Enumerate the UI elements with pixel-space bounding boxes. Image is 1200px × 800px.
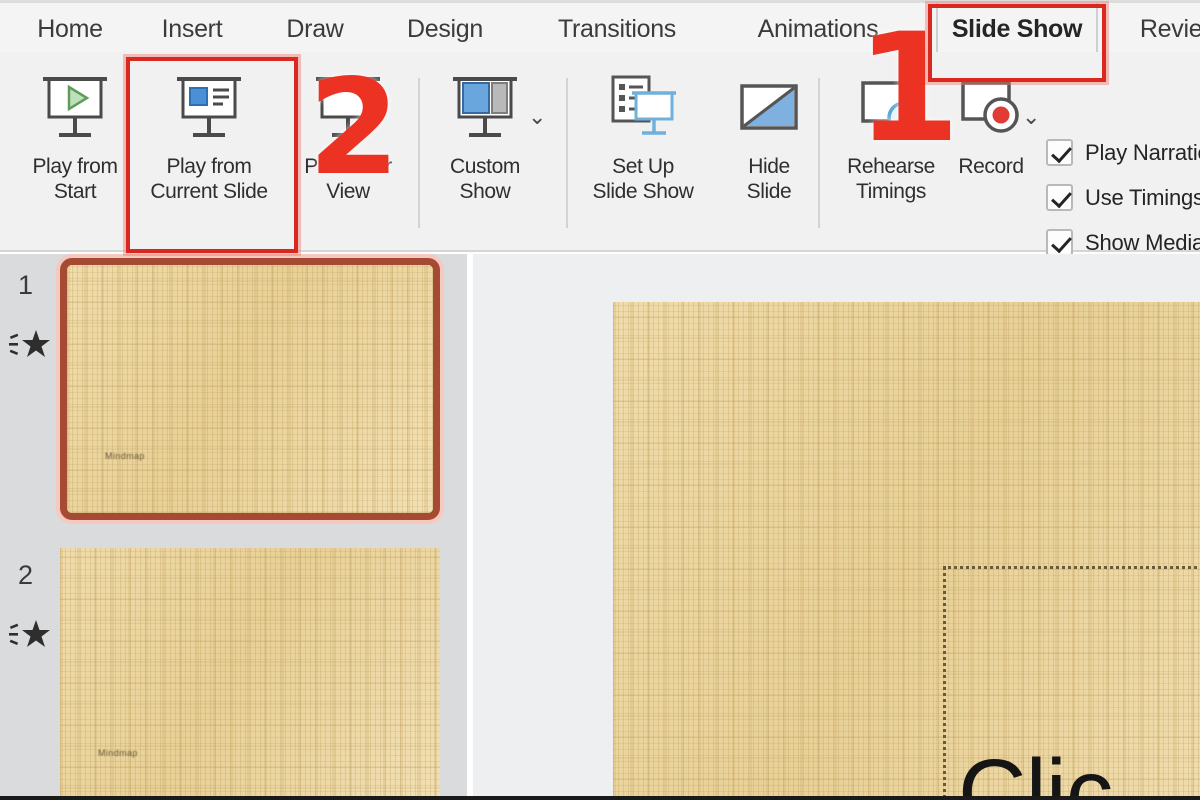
tab-slide-show[interactable]: Slide Show (936, 3, 1098, 61)
slide-thumbnail-panel[interactable]: 1 Mindmap 2 Mindmap (0, 254, 470, 796)
tab-label: Insert (161, 14, 223, 43)
hide-slide-label: Hide Slide (746, 155, 792, 203)
ribbon-tab-bar: Home Insert Draw Design Transitions Animation… (0, 0, 1200, 61)
show-media-controls-label: Show Media Controls (1085, 229, 1200, 255)
slide-editing-stage: Clic (473, 254, 1200, 797)
powerpoint-window: Home Insert Draw Design Transitions Animation… (0, 0, 1200, 800)
title-placeholder-text[interactable]: Clic (958, 746, 1113, 797)
projector-presenter-icon (308, 66, 388, 152)
tab-insert[interactable]: Insert (142, 3, 242, 55)
slide-number: 2 (18, 560, 34, 590)
tab-label: Animations (757, 14, 879, 43)
tab-draw[interactable]: Draw (272, 3, 358, 55)
animation-star-icon (8, 328, 54, 362)
play-narrations-label: Play Narrations (1085, 139, 1200, 165)
projector-slide-icon (169, 66, 249, 152)
slide-thumbnail-item[interactable]: 1 Mindmap (0, 254, 470, 534)
slideshow-options-group: Play Narrations Use Timings Show Media Con… (1046, 130, 1200, 265)
tab-label: Transitions (557, 14, 677, 43)
record-icon (951, 66, 1031, 152)
rehearse-timings-label: Rehearse Timings (847, 155, 935, 203)
play-from-start-label: Play from Start (32, 155, 118, 203)
ribbon-toolbar: Play Narrations Use Timings Show Media Con… (0, 52, 1200, 256)
thumbnail-background-texture (67, 265, 433, 513)
use-timings-checkbox[interactable] (1046, 184, 1073, 211)
play-from-current-label: Play from Current Slide (150, 155, 268, 203)
record-label: Record (958, 155, 1024, 178)
record-chevron-down-icon[interactable]: ⌄ (1022, 106, 1040, 128)
thumbnail-body-text: Mindmap (98, 748, 138, 758)
presenter-view-button[interactable]: Presenter View (286, 66, 410, 204)
thumbnail-body-text: Mindmap (105, 451, 145, 461)
tab-label: Home (37, 14, 103, 43)
setup-slideshow-icon (603, 66, 683, 152)
tab-label: Review (1139, 14, 1200, 43)
set-up-slide-show-label: Set Up Slide Show (592, 155, 694, 203)
tab-home[interactable]: Home (16, 3, 124, 55)
hide-slide-button[interactable]: Hide Slide (716, 66, 822, 204)
tab-label: Draw (286, 14, 344, 43)
use-timings-checkbox-row[interactable]: Use Timings (1046, 175, 1200, 220)
thumbnail-background-texture (60, 548, 440, 796)
animation-star-icon (8, 618, 54, 652)
ribbon-group-separator (566, 78, 568, 228)
current-slide-canvas[interactable]: Clic (613, 302, 1200, 797)
presenter-view-label: Presenter View (304, 155, 392, 203)
play-narrations-checkbox[interactable] (1046, 139, 1073, 166)
slide-number: 1 (18, 270, 34, 300)
show-media-controls-checkbox[interactable] (1046, 229, 1073, 256)
tab-transitions[interactable]: Transitions (538, 3, 696, 55)
slide-thumbnail-preview[interactable]: Mindmap (60, 258, 440, 520)
custom-show-label: Custom Show (450, 155, 520, 203)
rehearse-timings-icon (851, 66, 931, 152)
projector-custom-icon (445, 66, 525, 152)
play-narrations-checkbox-row[interactable]: Play Narrations (1046, 130, 1200, 175)
use-timings-label: Use Timings (1085, 184, 1200, 210)
tab-label: Slide Show (951, 14, 1083, 43)
tab-design[interactable]: Design (392, 3, 498, 55)
play-from-current-button[interactable]: Play from Current Slide (140, 66, 278, 204)
custom-show-button[interactable]: Custom Show (420, 66, 550, 204)
play-from-start-button[interactable]: Play from Start (12, 66, 138, 204)
tab-animations[interactable]: Animations (742, 3, 894, 55)
tab-review[interactable]: Review (1128, 3, 1200, 55)
hide-slide-icon (729, 66, 809, 152)
projector-play-icon (35, 66, 115, 152)
custom-show-chevron-down-icon[interactable]: ⌄ (528, 106, 546, 128)
set-up-slide-show-button[interactable]: Set Up Slide Show (570, 66, 716, 204)
slide-thumbnail-item[interactable]: 2 Mindmap (0, 544, 470, 796)
tab-label: Design (406, 14, 484, 43)
slide-thumbnail-preview[interactable]: Mindmap (60, 548, 440, 796)
